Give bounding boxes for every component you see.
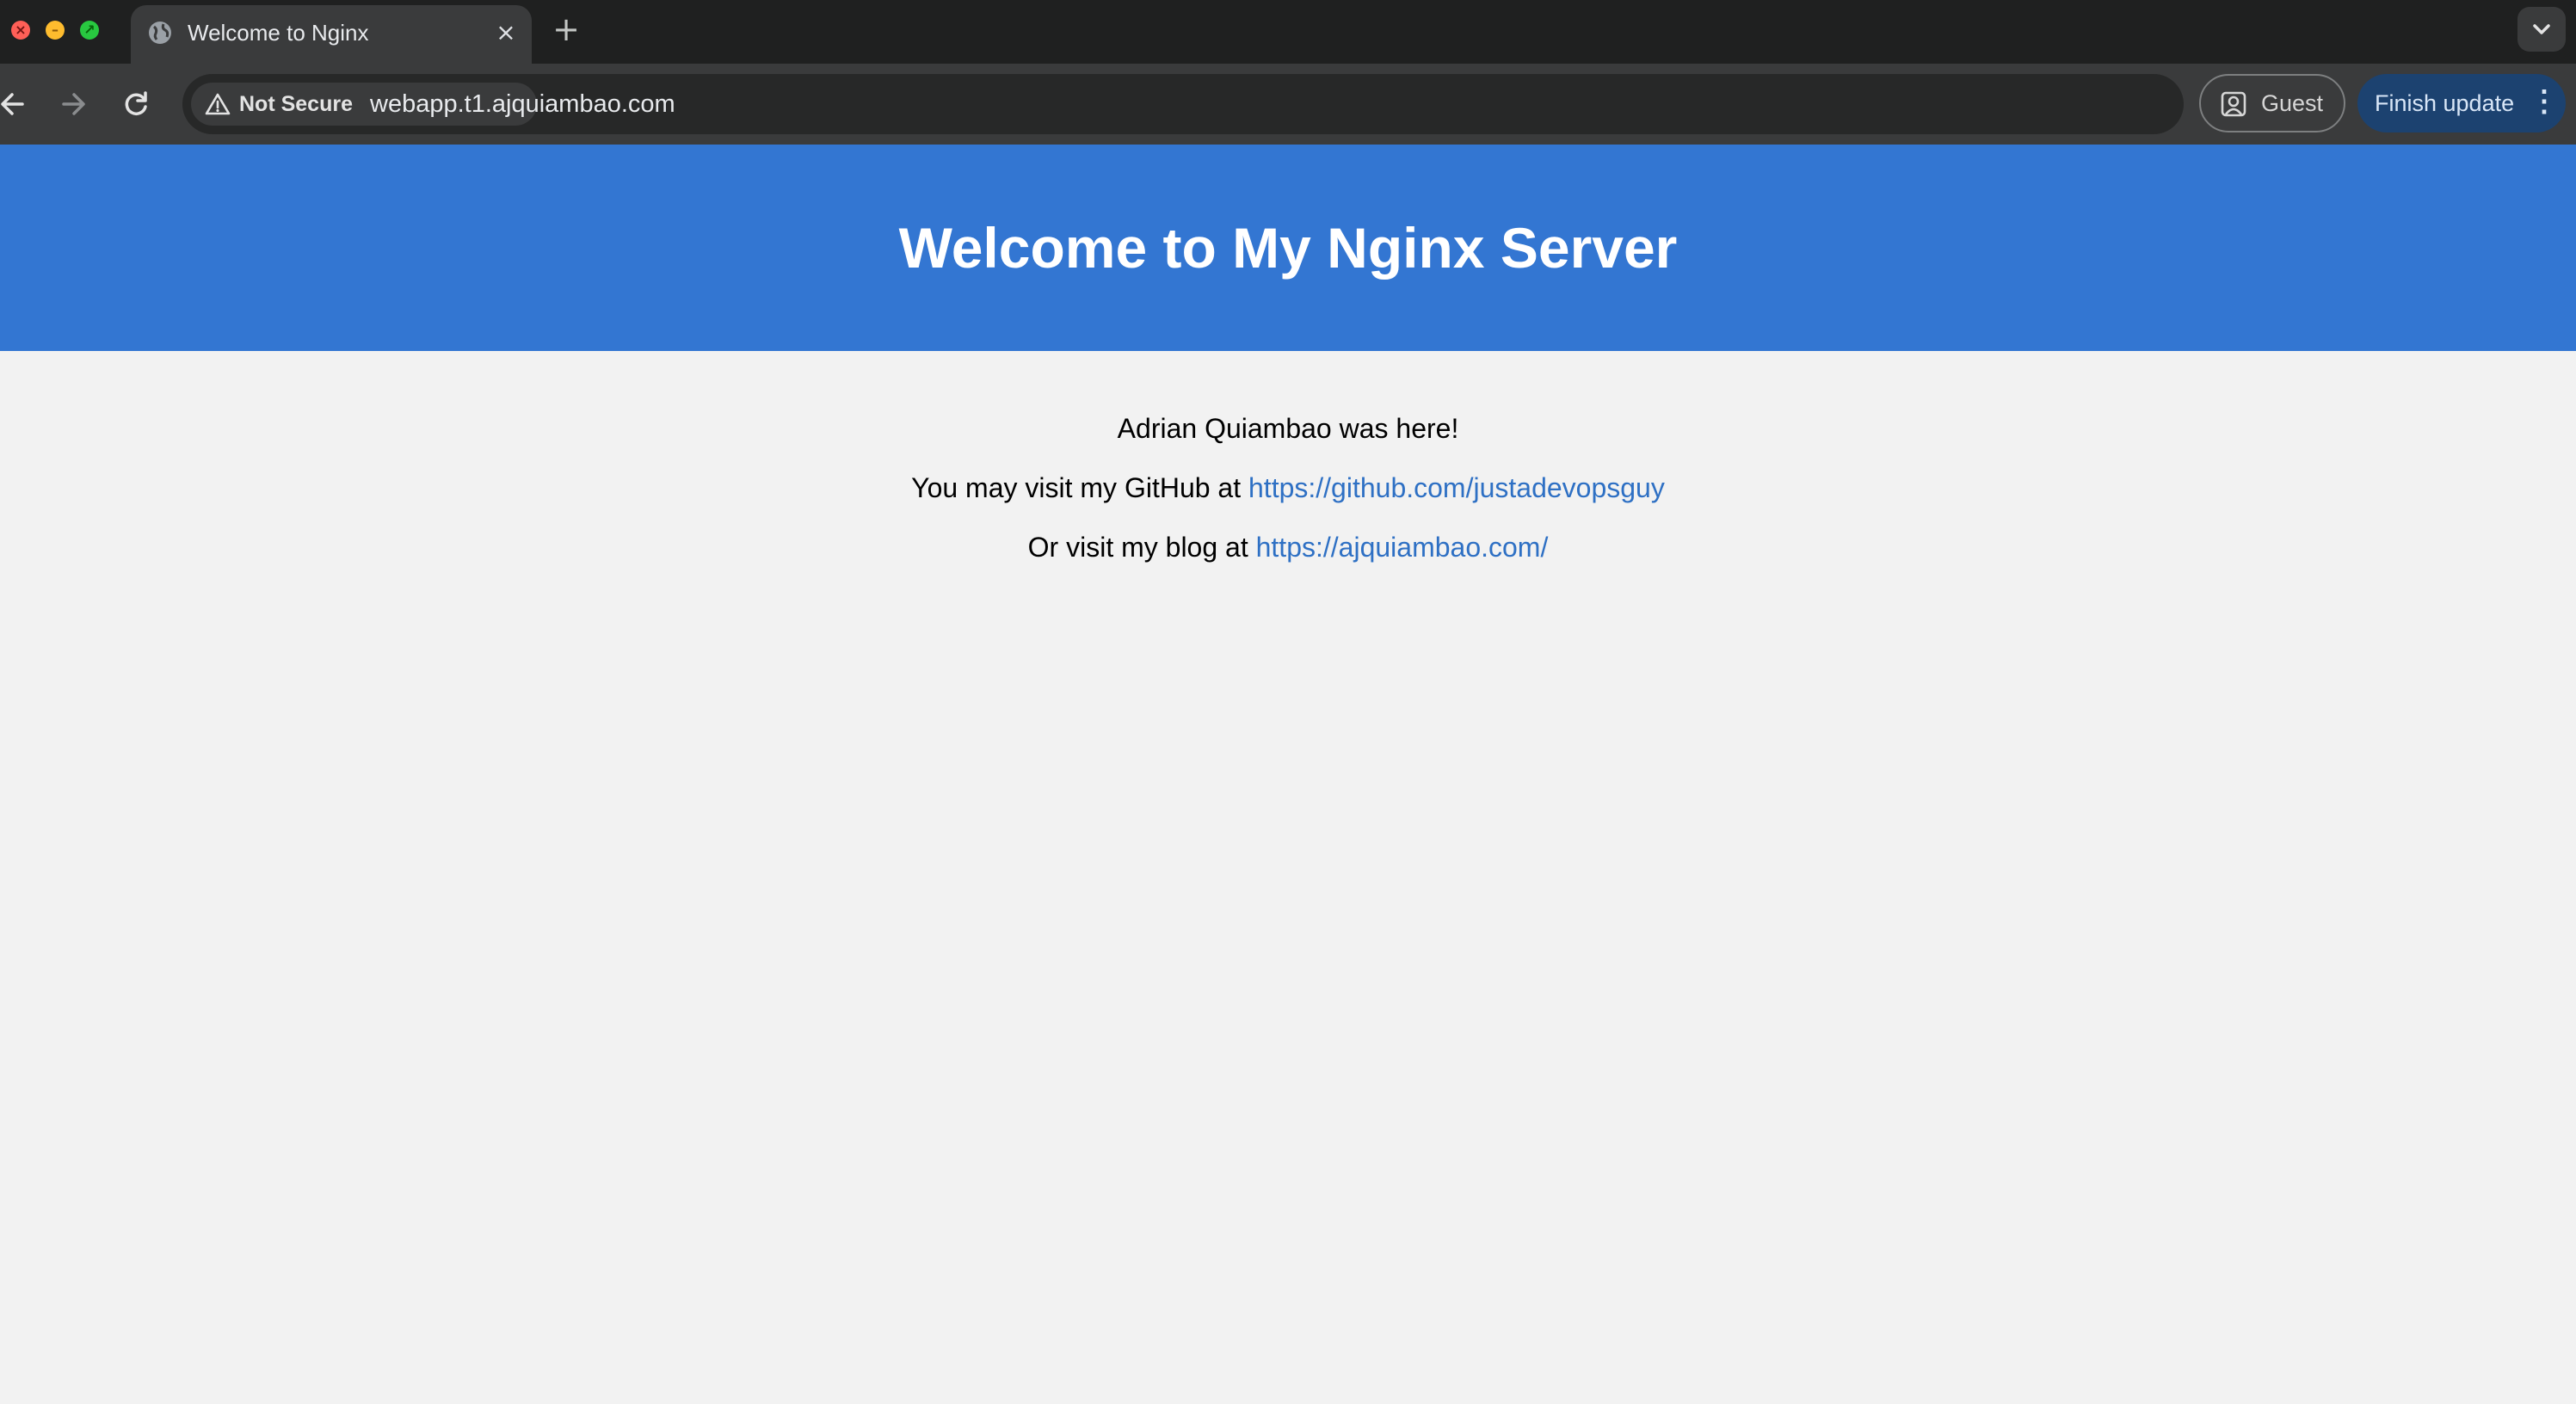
browser-toolbar: Not Secure webapp.t1.ajquiambao.com Gues… — [0, 64, 2576, 145]
blog-prefix: Or visit my blog at — [1027, 532, 1256, 563]
globe-icon — [149, 22, 171, 44]
url-text[interactable]: webapp.t1.ajquiambao.com — [370, 74, 675, 134]
blog-link[interactable]: https://ajquiambao.com/ — [1256, 532, 1549, 563]
back-button[interactable] — [0, 83, 34, 126]
warning-icon — [205, 93, 231, 115]
arrow-left-icon — [1, 93, 24, 115]
window-close-button[interactable]: × — [11, 21, 30, 40]
tab-close-icon[interactable]: × — [490, 17, 521, 48]
github-link[interactable]: https://github.com/justadevopsguy — [1248, 472, 1665, 503]
expand-icon: ↗ — [83, 22, 96, 38]
github-prefix: You may visit my GitHub at — [911, 472, 1248, 503]
guest-profile-button[interactable]: Guest — [2199, 74, 2345, 132]
new-tab-button[interactable]: + — [551, 12, 582, 46]
intro-text: Adrian Quiambao was here! — [1117, 413, 1459, 444]
finish-update-label: Finish update — [2375, 90, 2515, 116]
tab-active[interactable]: Welcome to Nginx × — [131, 5, 532, 64]
arrow-right-icon — [62, 93, 85, 115]
tab-strip: × – ↗ Welcome to Nginx × + — [0, 0, 2576, 64]
reload-button[interactable] — [114, 83, 157, 126]
page-title: Welcome to My Nginx Server — [898, 216, 1678, 280]
reload-icon — [125, 91, 147, 115]
chevron-down-icon — [2533, 24, 2550, 34]
minus-icon: – — [52, 22, 59, 38]
more-vert-icon[interactable]: ⋮ — [2530, 74, 2559, 129]
forward-button[interactable] — [52, 83, 95, 126]
window-zoom-button[interactable]: ↗ — [80, 21, 99, 40]
page-header: Welcome to My Nginx Server — [0, 145, 2576, 351]
security-label: Not Secure — [239, 92, 353, 116]
finish-update-button[interactable]: Finish update ⋮ — [2357, 74, 2566, 132]
tab-search-button[interactable] — [2517, 7, 2566, 52]
window-minimize-button[interactable]: – — [46, 21, 65, 40]
address-bar[interactable]: Not Secure webapp.t1.ajquiambao.com — [182, 74, 2184, 134]
profile-icon — [2221, 91, 2246, 117]
tab-title: Welcome to Nginx — [188, 20, 369, 46]
guest-label: Guest — [2261, 90, 2324, 116]
page-viewport: Welcome to My Nginx Server Adrian Quiamb… — [0, 145, 2576, 1404]
close-x-icon: × — [15, 22, 27, 38]
blog-line: Or visit my blog at https://ajquiambao.c… — [0, 530, 2576, 564]
github-line: You may visit my GitHub at https://githu… — [0, 471, 2576, 505]
